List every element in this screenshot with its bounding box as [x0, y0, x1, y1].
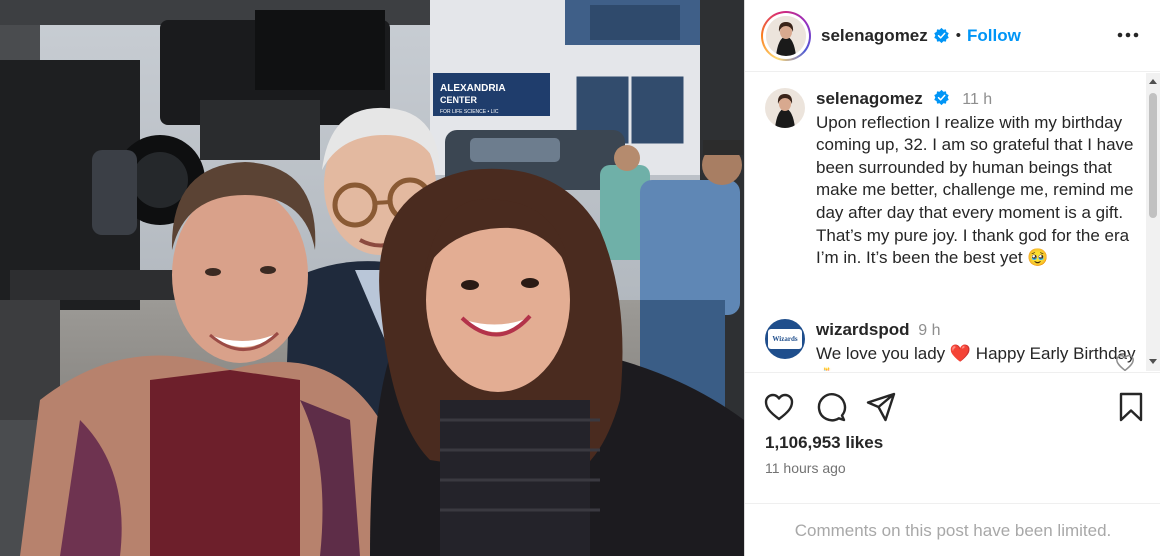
post-author-username[interactable]: selenagomez [821, 26, 928, 46]
avatar [766, 15, 806, 56]
comment-username[interactable]: wizardspod [816, 320, 910, 339]
caption-text: Upon reflection I realize with my birthd… [816, 112, 1134, 268]
verified-badge-icon [934, 27, 949, 44]
comment-avatar-text: Wizards [772, 335, 798, 343]
comment-icon[interactable] [815, 391, 847, 423]
post-actions: 1,106,953 likes 11 hours ago Comments on… [745, 372, 1160, 556]
post-timestamp[interactable]: 11 hours ago [765, 460, 846, 476]
scroll-up-arrow-icon[interactable] [1149, 79, 1157, 84]
comments-list[interactable]: selenagomez 11 h Upon reflection I reali… [745, 73, 1147, 371]
comment-text-start: We love you lady [816, 343, 946, 363]
bookmark-icon[interactable] [1115, 391, 1147, 423]
more-options-icon[interactable] [1117, 26, 1139, 44]
svg-text:FOR LIFE SCIENCE • LIC: FOR LIFE SCIENCE • LIC [440, 109, 499, 115]
svg-text:CENTER: CENTER [440, 95, 478, 105]
post-photo[interactable]: ALEXANDRIA CENTER FOR LIFE SCIENCE • LIC [0, 0, 744, 556]
post-details-panel: selenagomez • Follow selenagomez 11 h Up… [744, 0, 1160, 556]
comment-time[interactable]: 9 h [918, 322, 940, 339]
caption-body: selenagomez 11 h Upon reflection I reali… [816, 88, 1136, 270]
like-comment-heart-icon[interactable] [1115, 354, 1135, 371]
selfie-image: ALEXANDRIA CENTER FOR LIFE SCIENCE • LIC [0, 0, 744, 556]
header-separator: • [955, 27, 962, 44]
share-icon[interactable] [865, 391, 897, 423]
story-ring-avatar[interactable] [761, 10, 811, 61]
post-header: selenagomez • Follow [745, 0, 1160, 72]
caption-time[interactable]: 11 h [962, 91, 992, 108]
caption-avatar[interactable] [765, 88, 805, 128]
comment-avatar[interactable]: Wizards [765, 319, 805, 359]
scroll-thumb[interactable] [1149, 93, 1157, 218]
heart-icon[interactable] [763, 391, 795, 423]
heart-emoji: ❤️ [949, 343, 972, 363]
scroll-down-arrow-icon[interactable] [1149, 359, 1157, 364]
comments-scrollbar[interactable] [1146, 73, 1160, 371]
comment-text: We love you lady ❤️ Happy Early Birthday… [816, 343, 1136, 371]
follow-button[interactable]: Follow [967, 26, 1021, 46]
verified-badge-icon [933, 89, 949, 106]
comment-body: wizardspod 9 h We love you lady ❤️ Happy… [816, 319, 1136, 371]
svg-text:ALEXANDRIA: ALEXANDRIA [440, 83, 506, 94]
comments-limited-notice: Comments on this post have been limited. [745, 503, 1160, 556]
caption-username[interactable]: selenagomez [816, 89, 923, 108]
likes-count[interactable]: 1,106,953 likes [765, 433, 883, 453]
